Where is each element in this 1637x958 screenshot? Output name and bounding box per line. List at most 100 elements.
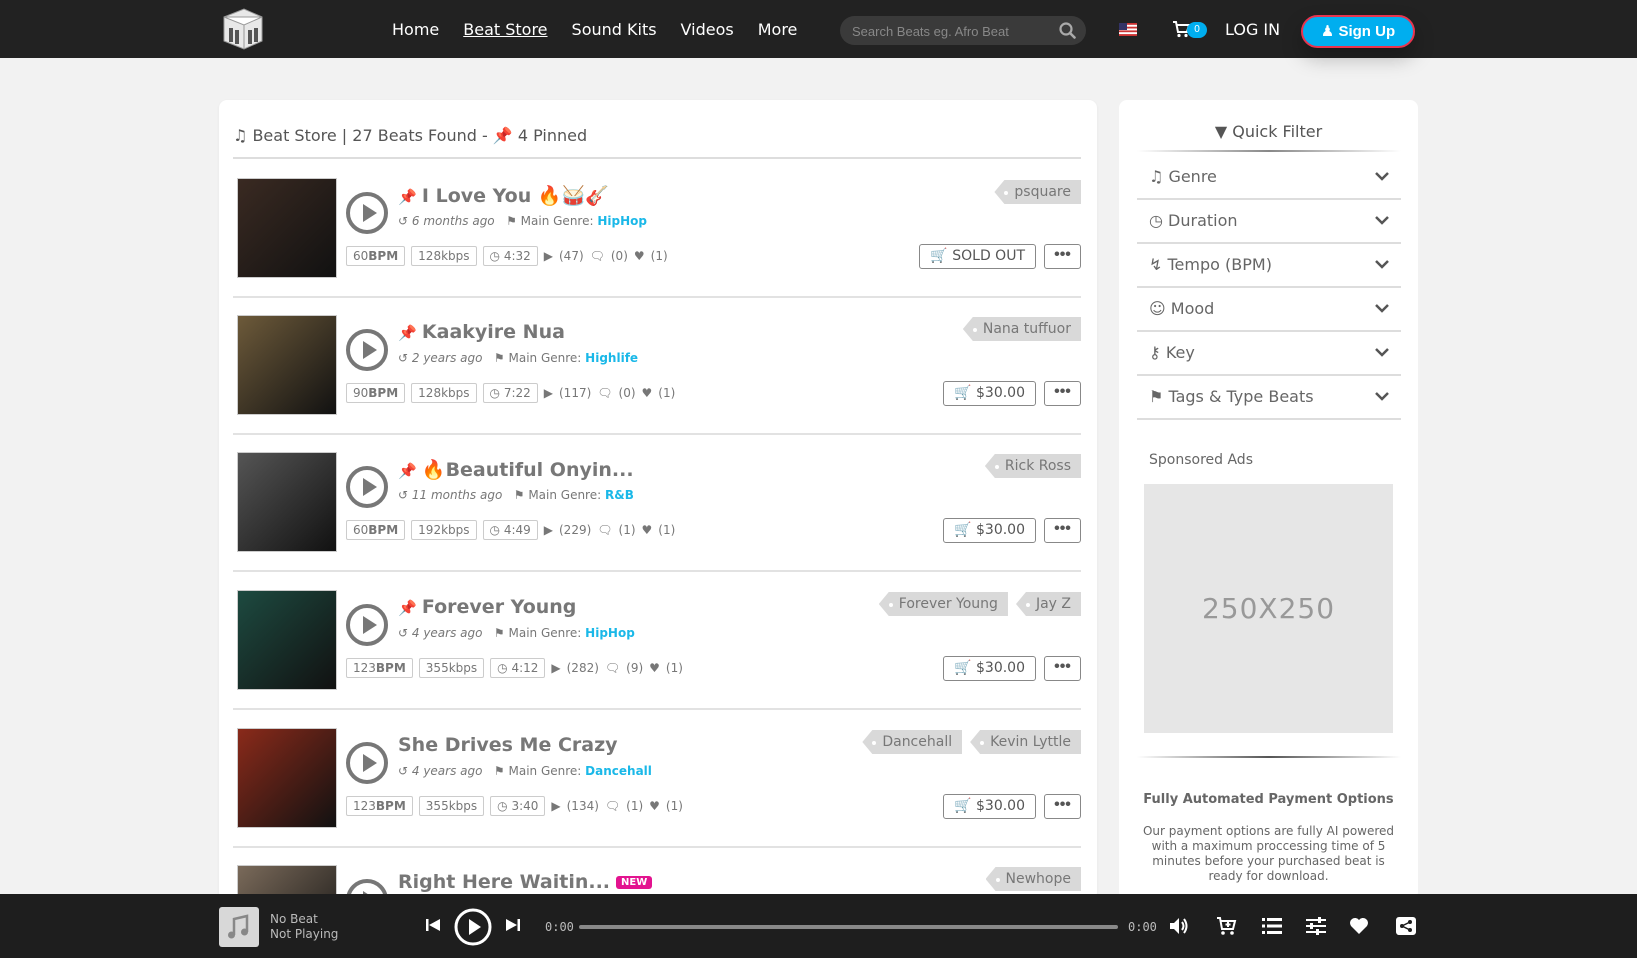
player-artwork xyxy=(219,907,259,947)
beat-row[interactable]: She Drives Me Crazy ↺ 4 years ago ⚑ Main … xyxy=(233,710,1081,848)
filter-genre-text: Genre xyxy=(1168,167,1217,186)
buy-button[interactable]: 🛒 SOLD OUT xyxy=(919,244,1036,269)
beat-tag[interactable]: Newhope xyxy=(985,867,1081,891)
beat-row[interactable]: 📌 I Love You 🔥🥁🎸 ↺ 6 months ago ⚑ Main Ge… xyxy=(233,160,1081,298)
beat-title[interactable]: Forever Young xyxy=(422,596,577,618)
beat-cover-image[interactable] xyxy=(237,315,337,415)
beat-cover-image[interactable] xyxy=(237,452,337,552)
play-icon[interactable] xyxy=(346,466,388,508)
tag-icon: ⚑ xyxy=(482,351,509,365)
bpm-chip: 60BPM xyxy=(346,520,406,540)
heart-icon: ♥ xyxy=(641,386,653,400)
next-icon[interactable] xyxy=(505,917,521,933)
beat-cover-image[interactable] xyxy=(237,728,337,828)
sidebar: ▼ Quick Filter ♫ Genre ◷ Duration ↯ Temp… xyxy=(1119,100,1418,900)
equalizer-icon[interactable] xyxy=(1305,916,1327,936)
beat-meta: ↺ 6 months ago ⚑ Main Genre: HipHop xyxy=(398,214,647,228)
beat-row[interactable]: 📌 Kaakyire Nua ↺ 2 years ago ⚑ Main Genre… xyxy=(233,297,1081,435)
ad-placeholder[interactable]: 250X250 xyxy=(1144,484,1393,733)
more-options-button[interactable]: ••• xyxy=(1044,381,1081,406)
beat-title[interactable]: She Drives Me Crazy xyxy=(398,734,618,756)
play-icon[interactable] xyxy=(346,192,388,234)
genre-link[interactable]: HipHop xyxy=(597,214,647,228)
beat-row[interactable]: 📌 Forever Young ↺ 4 years ago ⚑ Main Genr… xyxy=(233,572,1081,710)
beat-title[interactable]: 🔥Beautiful Onyin... xyxy=(422,459,634,481)
filter-tempo[interactable]: ↯ Tempo (BPM) xyxy=(1137,242,1401,288)
volume-icon[interactable] xyxy=(1168,916,1190,936)
beat-title-wrap[interactable]: Right Here Waitin... NEW xyxy=(398,871,653,893)
play-icon[interactable] xyxy=(346,329,388,371)
beat-title-wrap[interactable]: 📌 Forever Young xyxy=(398,596,576,618)
genre-link[interactable]: HipHop xyxy=(585,626,635,640)
beat-tag[interactable]: Kevin Lyttle xyxy=(970,730,1081,754)
buy-button[interactable]: 🛒 $30.00 xyxy=(943,794,1036,819)
buy-button[interactable]: 🛒 $30.00 xyxy=(943,656,1036,681)
beat-cover-image[interactable] xyxy=(237,178,337,278)
pin-icon: 📌 xyxy=(398,599,422,617)
filter-genre[interactable]: ♫ Genre xyxy=(1137,154,1401,200)
bolt-icon: ↯ xyxy=(1149,255,1168,274)
filter-mood[interactable]: ☺ Mood xyxy=(1137,286,1401,332)
beat-tag[interactable]: Jay Z xyxy=(1015,592,1081,616)
chevron-down-icon xyxy=(1375,304,1389,313)
more-options-button[interactable]: ••• xyxy=(1044,794,1081,819)
plays-count: (282) xyxy=(566,661,599,675)
likes-count: (1) xyxy=(658,386,676,400)
likes-count: (1) xyxy=(658,523,676,537)
nav-sound-kits[interactable]: Sound Kits xyxy=(572,20,657,39)
beat-title-wrap[interactable]: 📌 I Love You 🔥🥁🎸 xyxy=(398,184,609,207)
beat-title[interactable]: Kaakyire Nua xyxy=(422,321,565,343)
beat-title[interactable]: I Love You 🔥🥁🎸 xyxy=(422,185,609,207)
more-options-button[interactable]: ••• xyxy=(1044,656,1081,681)
buy-button[interactable]: 🛒 $30.00 xyxy=(943,381,1036,406)
beat-cover-image[interactable] xyxy=(237,590,337,690)
bpm-chip: 123BPM xyxy=(346,796,413,816)
genre-link[interactable]: Highlife xyxy=(585,351,638,365)
previous-icon[interactable] xyxy=(425,917,441,933)
beat-tag[interactable]: Nana tuffuor xyxy=(962,317,1081,341)
playlist-icon[interactable] xyxy=(1261,916,1283,936)
beat-row[interactable]: 📌 🔥Beautiful Onyin... ↺ 11 months ago ⚑ M… xyxy=(233,434,1081,572)
comments-icon: 🗨 xyxy=(604,799,621,813)
beat-tag[interactable]: Dancehall xyxy=(862,730,963,754)
play-pause-icon[interactable] xyxy=(454,908,492,946)
heart-icon: ♥ xyxy=(633,249,645,263)
play-icon[interactable] xyxy=(346,742,388,784)
beat-tag[interactable]: psquare xyxy=(994,180,1081,204)
search-input[interactable] xyxy=(852,21,1052,41)
beat-title-wrap[interactable]: She Drives Me Crazy xyxy=(398,734,618,756)
user-icon: ♟ xyxy=(1320,23,1335,40)
beat-title[interactable]: Right Here Waitin... xyxy=(398,871,610,893)
beat-tag[interactable]: Rick Ross xyxy=(984,454,1081,478)
filter-tags[interactable]: ⚑ Tags & Type Beats xyxy=(1137,374,1401,420)
search-icon[interactable] xyxy=(1059,22,1076,39)
more-options-button[interactable]: ••• xyxy=(1044,518,1081,543)
beat-tag[interactable]: Forever Young xyxy=(878,592,1008,616)
us-flag-icon[interactable] xyxy=(1119,23,1137,36)
kbps-chip: 128kbps xyxy=(411,246,477,266)
genre-link[interactable]: R&B xyxy=(605,488,634,502)
share-icon[interactable] xyxy=(1395,916,1417,936)
beat-title-wrap[interactable]: 📌 🔥Beautiful Onyin... xyxy=(398,458,634,481)
more-options-button[interactable]: ••• xyxy=(1044,244,1081,269)
genre-link[interactable]: Dancehall xyxy=(585,764,652,778)
buy-button[interactable]: 🛒 $30.00 xyxy=(943,518,1036,543)
history-icon: ↺ xyxy=(398,351,412,365)
nav-beat-store[interactable]: Beat Store xyxy=(463,20,547,39)
beat-title-wrap[interactable]: 📌 Kaakyire Nua xyxy=(398,321,565,343)
site-logo[interactable] xyxy=(220,7,266,51)
login-link[interactable]: LOG IN xyxy=(1225,20,1280,39)
top-navbar: Home Beat Store Sound Kits Videos More 0… xyxy=(0,0,1637,58)
beat-age: 2 years ago xyxy=(411,351,483,365)
play-icon[interactable] xyxy=(346,604,388,646)
nav-videos[interactable]: Videos xyxy=(681,20,734,39)
nav-home[interactable]: Home xyxy=(392,20,439,39)
player-progress-bar[interactable] xyxy=(579,925,1118,929)
filter-key[interactable]: ⚷ Key xyxy=(1137,330,1401,376)
filter-duration[interactable]: ◷ Duration xyxy=(1137,198,1401,244)
nav-more[interactable]: More xyxy=(758,20,798,39)
beat-actions: 🛒 SOLD OUT ••• xyxy=(919,244,1081,269)
signup-button[interactable]: ♟ Sign Up xyxy=(1301,15,1415,48)
heart-icon[interactable] xyxy=(1348,916,1370,936)
add-to-cart-icon[interactable] xyxy=(1216,916,1238,936)
